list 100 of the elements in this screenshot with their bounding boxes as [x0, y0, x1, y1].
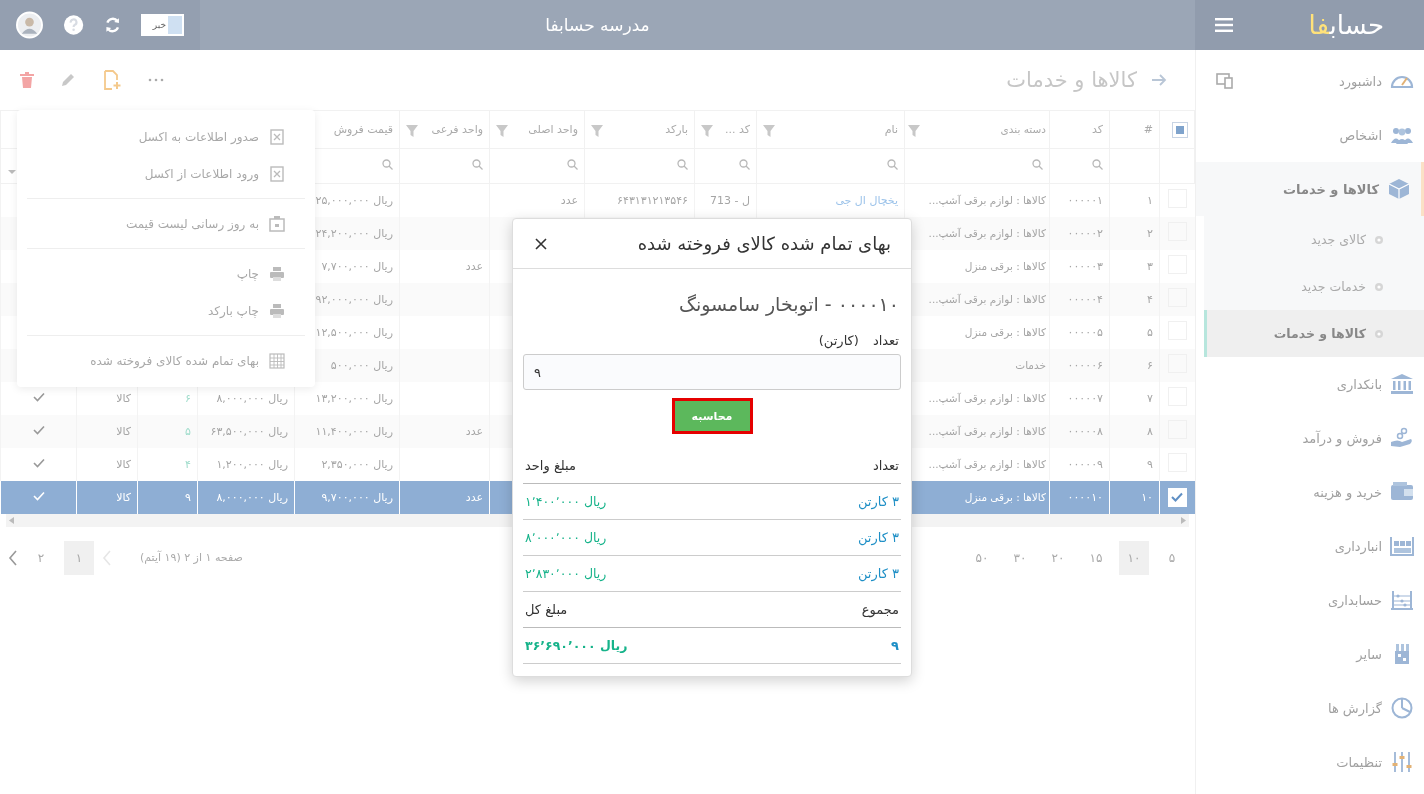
filter-icon[interactable]	[496, 124, 508, 137]
filter-icon[interactable]	[763, 124, 775, 137]
table-cell: ۳	[1147, 259, 1153, 273]
sliders-icon	[1390, 751, 1414, 773]
menu-item[interactable]: چاپ	[17, 255, 315, 292]
search-field[interactable]	[904, 148, 1050, 184]
add-file-icon[interactable]	[102, 70, 122, 90]
chevron-icon[interactable]	[8, 549, 18, 566]
back-arrow-icon[interactable]	[1151, 73, 1167, 87]
search-field[interactable]	[489, 148, 585, 184]
select-all-checkbox[interactable]	[1172, 121, 1188, 138]
more-icon[interactable]	[148, 78, 164, 82]
search-icon	[567, 159, 578, 170]
sidebar-item[interactable]: انبارداری	[1196, 519, 1424, 573]
table-cell: ریال ۱۲,۵۰۰,۰۰۰	[315, 325, 393, 339]
help-icon[interactable]	[62, 14, 85, 36]
delete-icon[interactable]	[20, 72, 34, 88]
filter-icon[interactable]	[908, 124, 920, 137]
search-icon	[739, 159, 750, 170]
sidebar-subitem[interactable]: کالای جدید	[1204, 216, 1424, 263]
sidebar-label: فروش و درآمد	[1302, 430, 1382, 446]
table-cell: ل - 713	[710, 193, 750, 207]
sidebar-item[interactable]: کالاها و خدمات	[1196, 162, 1424, 216]
sidebar-subitem[interactable]: خدمات جدید	[1204, 263, 1424, 310]
sidebar-item[interactable]: سایر	[1196, 627, 1424, 681]
search-field[interactable]	[399, 148, 490, 184]
app-title: مدرسه حسابفا	[544, 15, 651, 35]
close-icon[interactable]	[535, 237, 547, 250]
table-cell: کالا	[116, 424, 131, 438]
refresh-icon[interactable]	[104, 16, 122, 34]
column-header[interactable]: کد	[1049, 110, 1110, 149]
bank-icon	[1390, 373, 1414, 395]
table-cell: ریال ۲,۳۵۰,۰۰۰	[321, 457, 393, 471]
item-link[interactable]: یخچال ال جی	[835, 193, 898, 207]
page-button[interactable]: ۲	[26, 540, 56, 575]
table-cell: ۲	[1147, 226, 1153, 240]
page-size-option[interactable]: ۵۰	[967, 540, 997, 575]
arrow-right-icon[interactable]	[1181, 516, 1186, 524]
sidebar-label: سایر	[1356, 646, 1382, 662]
table-cell: ۰۰۰۰۰۲	[1067, 226, 1103, 240]
page-size-option[interactable]: ۵	[1157, 540, 1187, 575]
sidebar-label: داشبورد	[1339, 73, 1382, 89]
menu-item[interactable]: ورود اطلاعات از اکسل	[17, 155, 315, 192]
filter-icon[interactable]	[406, 124, 418, 137]
page-size-option[interactable]: ۲۰	[1043, 540, 1073, 575]
column-header[interactable]: واحد فرعی	[399, 110, 490, 149]
abacus-icon	[1390, 589, 1414, 611]
table-cell: کالاها : برقی منزل	[964, 326, 1046, 338]
page-button[interactable]: ۱	[64, 540, 94, 575]
pie-chart-icon	[1390, 697, 1414, 719]
column-header: مجموع	[861, 602, 899, 617]
column-header[interactable]: دسته بندی	[904, 110, 1050, 149]
news-button[interactable]: خبر	[141, 14, 184, 36]
search-field[interactable]	[584, 148, 695, 184]
table-cell: ۰۰۰۰۰۸	[1067, 424, 1103, 438]
menu-item[interactable]: بهای تمام شده کالای فروخته شده	[17, 342, 315, 379]
menu-item[interactable]: به روز رسانی لیست قیمت	[17, 205, 315, 242]
sidebar-item[interactable]: داشبورد	[1196, 54, 1424, 108]
devices-icon[interactable]	[1216, 73, 1234, 89]
sidebar-subitem[interactable]: کالاها و خدمات	[1204, 310, 1424, 357]
sidebar-item[interactable]: فروش و درآمد	[1196, 411, 1424, 465]
table-cell: عدد	[465, 490, 483, 504]
table-cell: ریال ۱۳,۲۰۰,۰۰۰	[315, 391, 393, 405]
table-cell: کالا	[116, 490, 131, 504]
sidebar-item[interactable]: حسابداری	[1196, 573, 1424, 627]
avatar-icon[interactable]	[16, 11, 43, 39]
sidebar-item[interactable]: اشخاص	[1196, 108, 1424, 162]
arrow-left-icon[interactable]	[9, 516, 14, 524]
search-field[interactable]	[756, 148, 905, 184]
column-header[interactable]: کد ...	[694, 110, 757, 149]
hand-coins-icon	[1390, 427, 1414, 449]
quantity-field[interactable]: ۹	[523, 354, 901, 390]
table-cell: ریال ۵۰۰,۰۰۰	[330, 358, 393, 372]
column-header[interactable]: #	[1109, 110, 1160, 149]
filter-icon[interactable]	[591, 124, 603, 137]
edit-icon[interactable]	[60, 72, 76, 88]
quantity-cell: ۳ کارتن	[857, 566, 899, 581]
calculate-button[interactable]: محاسبه	[671, 398, 753, 434]
column-header[interactable]: واحد اصلی	[489, 110, 585, 149]
sidebar-item[interactable]: خرید و هزینه	[1196, 465, 1424, 519]
search-icon	[472, 159, 483, 170]
filter-icon[interactable]	[701, 124, 713, 137]
table-cell: ریال ۱۱,۴۰۰,۰۰۰	[315, 424, 393, 438]
page-size-option[interactable]: ۱۵	[1081, 540, 1111, 575]
page-size-option[interactable]: ۱۰	[1119, 540, 1149, 575]
sidebar-label: حسابداری	[1327, 592, 1382, 608]
sidebar-item[interactable]: بانکداری	[1196, 357, 1424, 411]
field-label: تعداد	[872, 333, 899, 348]
menu-item[interactable]: چاپ بارکد	[17, 292, 315, 329]
table-cell: عدد	[465, 424, 483, 438]
column-header[interactable]: بارکد	[584, 110, 695, 149]
page-size-option[interactable]: ۳۰	[1005, 540, 1035, 575]
sidebar-item[interactable]: گزارش ها	[1196, 681, 1424, 735]
table-cell: ۹	[1147, 457, 1153, 471]
sidebar-item[interactable]: تنظیمات	[1196, 735, 1424, 789]
search-field[interactable]	[694, 148, 757, 184]
dialog-title: بهای تمام شده کالای فروخته شده	[637, 233, 891, 254]
column-header[interactable]: نام	[756, 110, 905, 149]
menu-icon[interactable]	[1215, 18, 1233, 32]
search-field[interactable]	[1049, 148, 1110, 184]
